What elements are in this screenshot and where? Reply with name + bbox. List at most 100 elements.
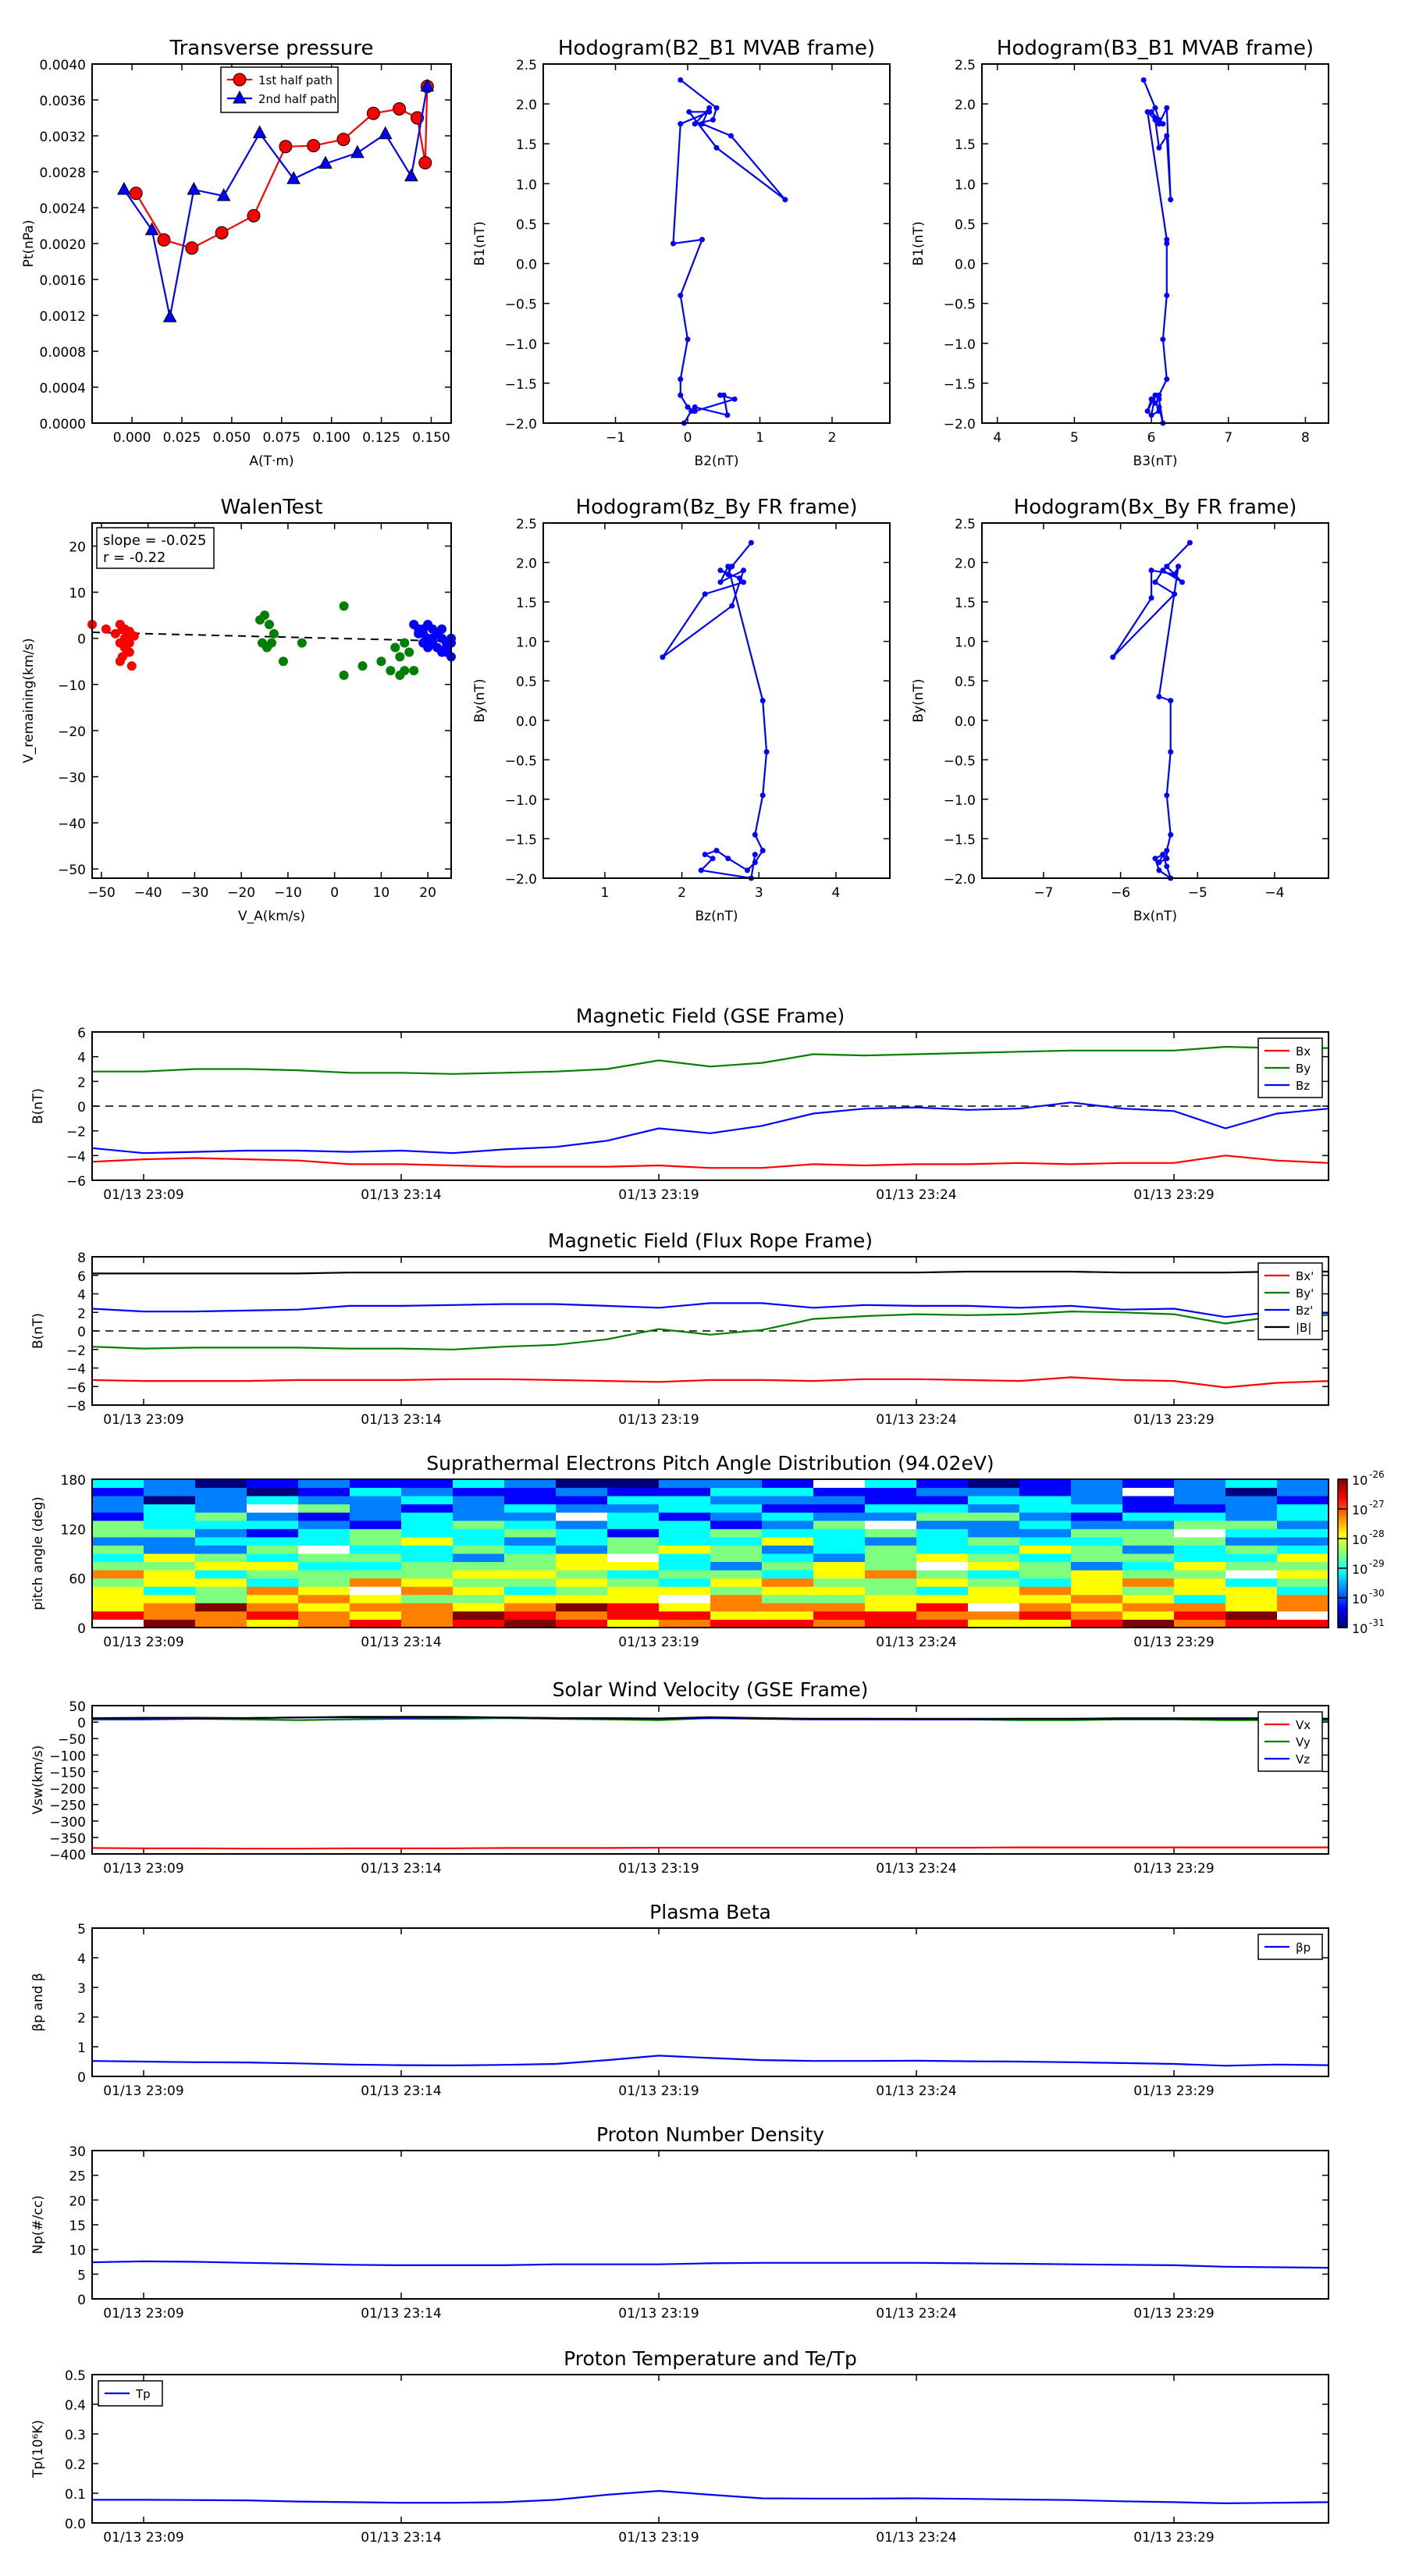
y-tick-label: 4 xyxy=(77,1952,86,1967)
data-point xyxy=(1152,856,1158,862)
y-tick-label: 0.0 xyxy=(516,258,537,273)
y-tick-label: 0 xyxy=(77,2293,86,2308)
x-tick-label: 6 xyxy=(1147,430,1156,446)
heatmap-cell xyxy=(1071,1536,1123,1546)
heatmap-cell xyxy=(1071,1496,1123,1505)
heatmap-cell xyxy=(298,1578,350,1587)
heatmap-cell xyxy=(865,1553,917,1563)
chart-title: Suprathermal Electrons Pitch Angle Distr… xyxy=(426,1452,994,1475)
heatmap-cell xyxy=(247,1578,299,1587)
heatmap-cell xyxy=(813,1594,866,1603)
heatmap-cell xyxy=(556,1603,608,1612)
heatmap-cell xyxy=(1071,1487,1123,1496)
heatmap-cell xyxy=(1019,1528,1072,1538)
heatmap-cell xyxy=(453,1561,505,1571)
y-tick-label: 2.0 xyxy=(516,557,537,572)
heatmap-cell xyxy=(865,1578,917,1587)
heatmap-cell xyxy=(607,1603,660,1612)
heatmap-cell xyxy=(916,1479,969,1489)
data-point xyxy=(713,105,720,111)
heatmap-cell xyxy=(195,1594,247,1603)
y-tick-label: 2.5 xyxy=(955,58,976,73)
heatmap-cell xyxy=(1019,1512,1072,1521)
heatmap-cell xyxy=(1174,1520,1226,1529)
heatmap-cell xyxy=(1122,1536,1175,1546)
heatmap-cell xyxy=(453,1528,505,1538)
x-tick-label: 5 xyxy=(1070,430,1079,446)
heatmap-cell xyxy=(865,1594,917,1603)
y-tick-label: −40 xyxy=(58,817,86,832)
x-tick-label: 01/13 23:09 xyxy=(103,1635,183,1650)
heatmap-cell xyxy=(247,1496,299,1505)
x-axis-label: Bz(nT) xyxy=(695,909,738,924)
scatter-point xyxy=(357,661,368,671)
legend-label: Tp xyxy=(135,2387,151,2401)
heatmap-cell xyxy=(1122,1594,1175,1603)
data-point xyxy=(782,197,788,203)
heatmap-cell xyxy=(453,1479,505,1489)
heatmap-cell xyxy=(1174,1610,1226,1620)
heatmap-cell xyxy=(195,1610,247,1620)
x-tick-label: 01/13 23:24 xyxy=(876,2306,956,2322)
heatmap-cell xyxy=(659,1528,711,1538)
heatmap-cell xyxy=(298,1503,350,1513)
heatmap-cell xyxy=(865,1528,917,1538)
heatmap-cell xyxy=(865,1545,917,1554)
heatmap-cell xyxy=(1122,1528,1175,1538)
heatmap-cell xyxy=(762,1487,814,1496)
heatmap-cell xyxy=(710,1553,763,1563)
heatmap-cell xyxy=(144,1496,196,1505)
scatter-point xyxy=(115,656,125,667)
data-point xyxy=(759,792,766,799)
data-point xyxy=(1172,571,1178,578)
heatmap-cell xyxy=(1174,1536,1226,1546)
heatmap-cell xyxy=(247,1536,299,1546)
y-tick-label: 2.5 xyxy=(516,58,537,73)
heatmap-cell xyxy=(1071,1512,1123,1521)
heatmap-cell xyxy=(504,1561,557,1571)
data-point xyxy=(1144,109,1151,115)
heatmap-cell xyxy=(865,1570,917,1579)
scatter-point xyxy=(395,652,405,662)
x-axis-label: A(T·m) xyxy=(249,454,293,469)
scatter-point xyxy=(267,638,276,648)
scatter-point xyxy=(265,620,275,629)
heatmap-cell xyxy=(762,1610,814,1620)
data-point xyxy=(1152,105,1158,111)
heatmap-cell xyxy=(865,1619,917,1628)
heatmap-cell xyxy=(556,1594,608,1603)
x-tick-label: 01/13 23:14 xyxy=(361,2306,441,2322)
heatmap-cell xyxy=(813,1619,866,1628)
y-tick-label: 0.0032 xyxy=(40,130,86,145)
heatmap-cell xyxy=(1019,1561,1072,1571)
data-point xyxy=(1176,564,1182,570)
heatmap-cell xyxy=(607,1536,660,1546)
heatmap-cell xyxy=(813,1479,866,1489)
y-tick-label: −1.0 xyxy=(505,793,537,809)
x-tick-label: 01/13 23:09 xyxy=(103,2306,183,2322)
heatmap-cell xyxy=(401,1603,454,1612)
heatmap-cell xyxy=(247,1570,299,1579)
x-tick-label: −30 xyxy=(180,885,208,901)
heatmap-cell xyxy=(762,1578,814,1587)
legend: Bx' By' Bz' |B| xyxy=(1257,1262,1323,1340)
heatmap-cell xyxy=(916,1512,969,1521)
heatmap-cell xyxy=(195,1479,247,1489)
x-tick-label: 01/13 23:29 xyxy=(1133,1635,1214,1650)
heatmap-cell xyxy=(1122,1610,1175,1620)
heatmap-cell xyxy=(659,1586,711,1596)
legend-label: By xyxy=(1296,1062,1311,1076)
chart-title: WalenTest xyxy=(221,496,323,519)
heatmap-cell xyxy=(865,1487,917,1496)
legend: Tp xyxy=(98,2380,163,2407)
data-point xyxy=(713,848,720,854)
scatter-point xyxy=(119,624,130,634)
data-point xyxy=(393,102,407,116)
y-axis-label: Vsw(km/s) xyxy=(30,1745,46,1815)
heatmap-cell xyxy=(762,1594,814,1603)
heatmap-cell xyxy=(659,1503,711,1513)
heatmap-cell xyxy=(813,1487,866,1496)
data-point xyxy=(698,867,704,873)
heatmap-cell xyxy=(762,1545,814,1554)
heatmap-cell xyxy=(968,1553,1020,1563)
